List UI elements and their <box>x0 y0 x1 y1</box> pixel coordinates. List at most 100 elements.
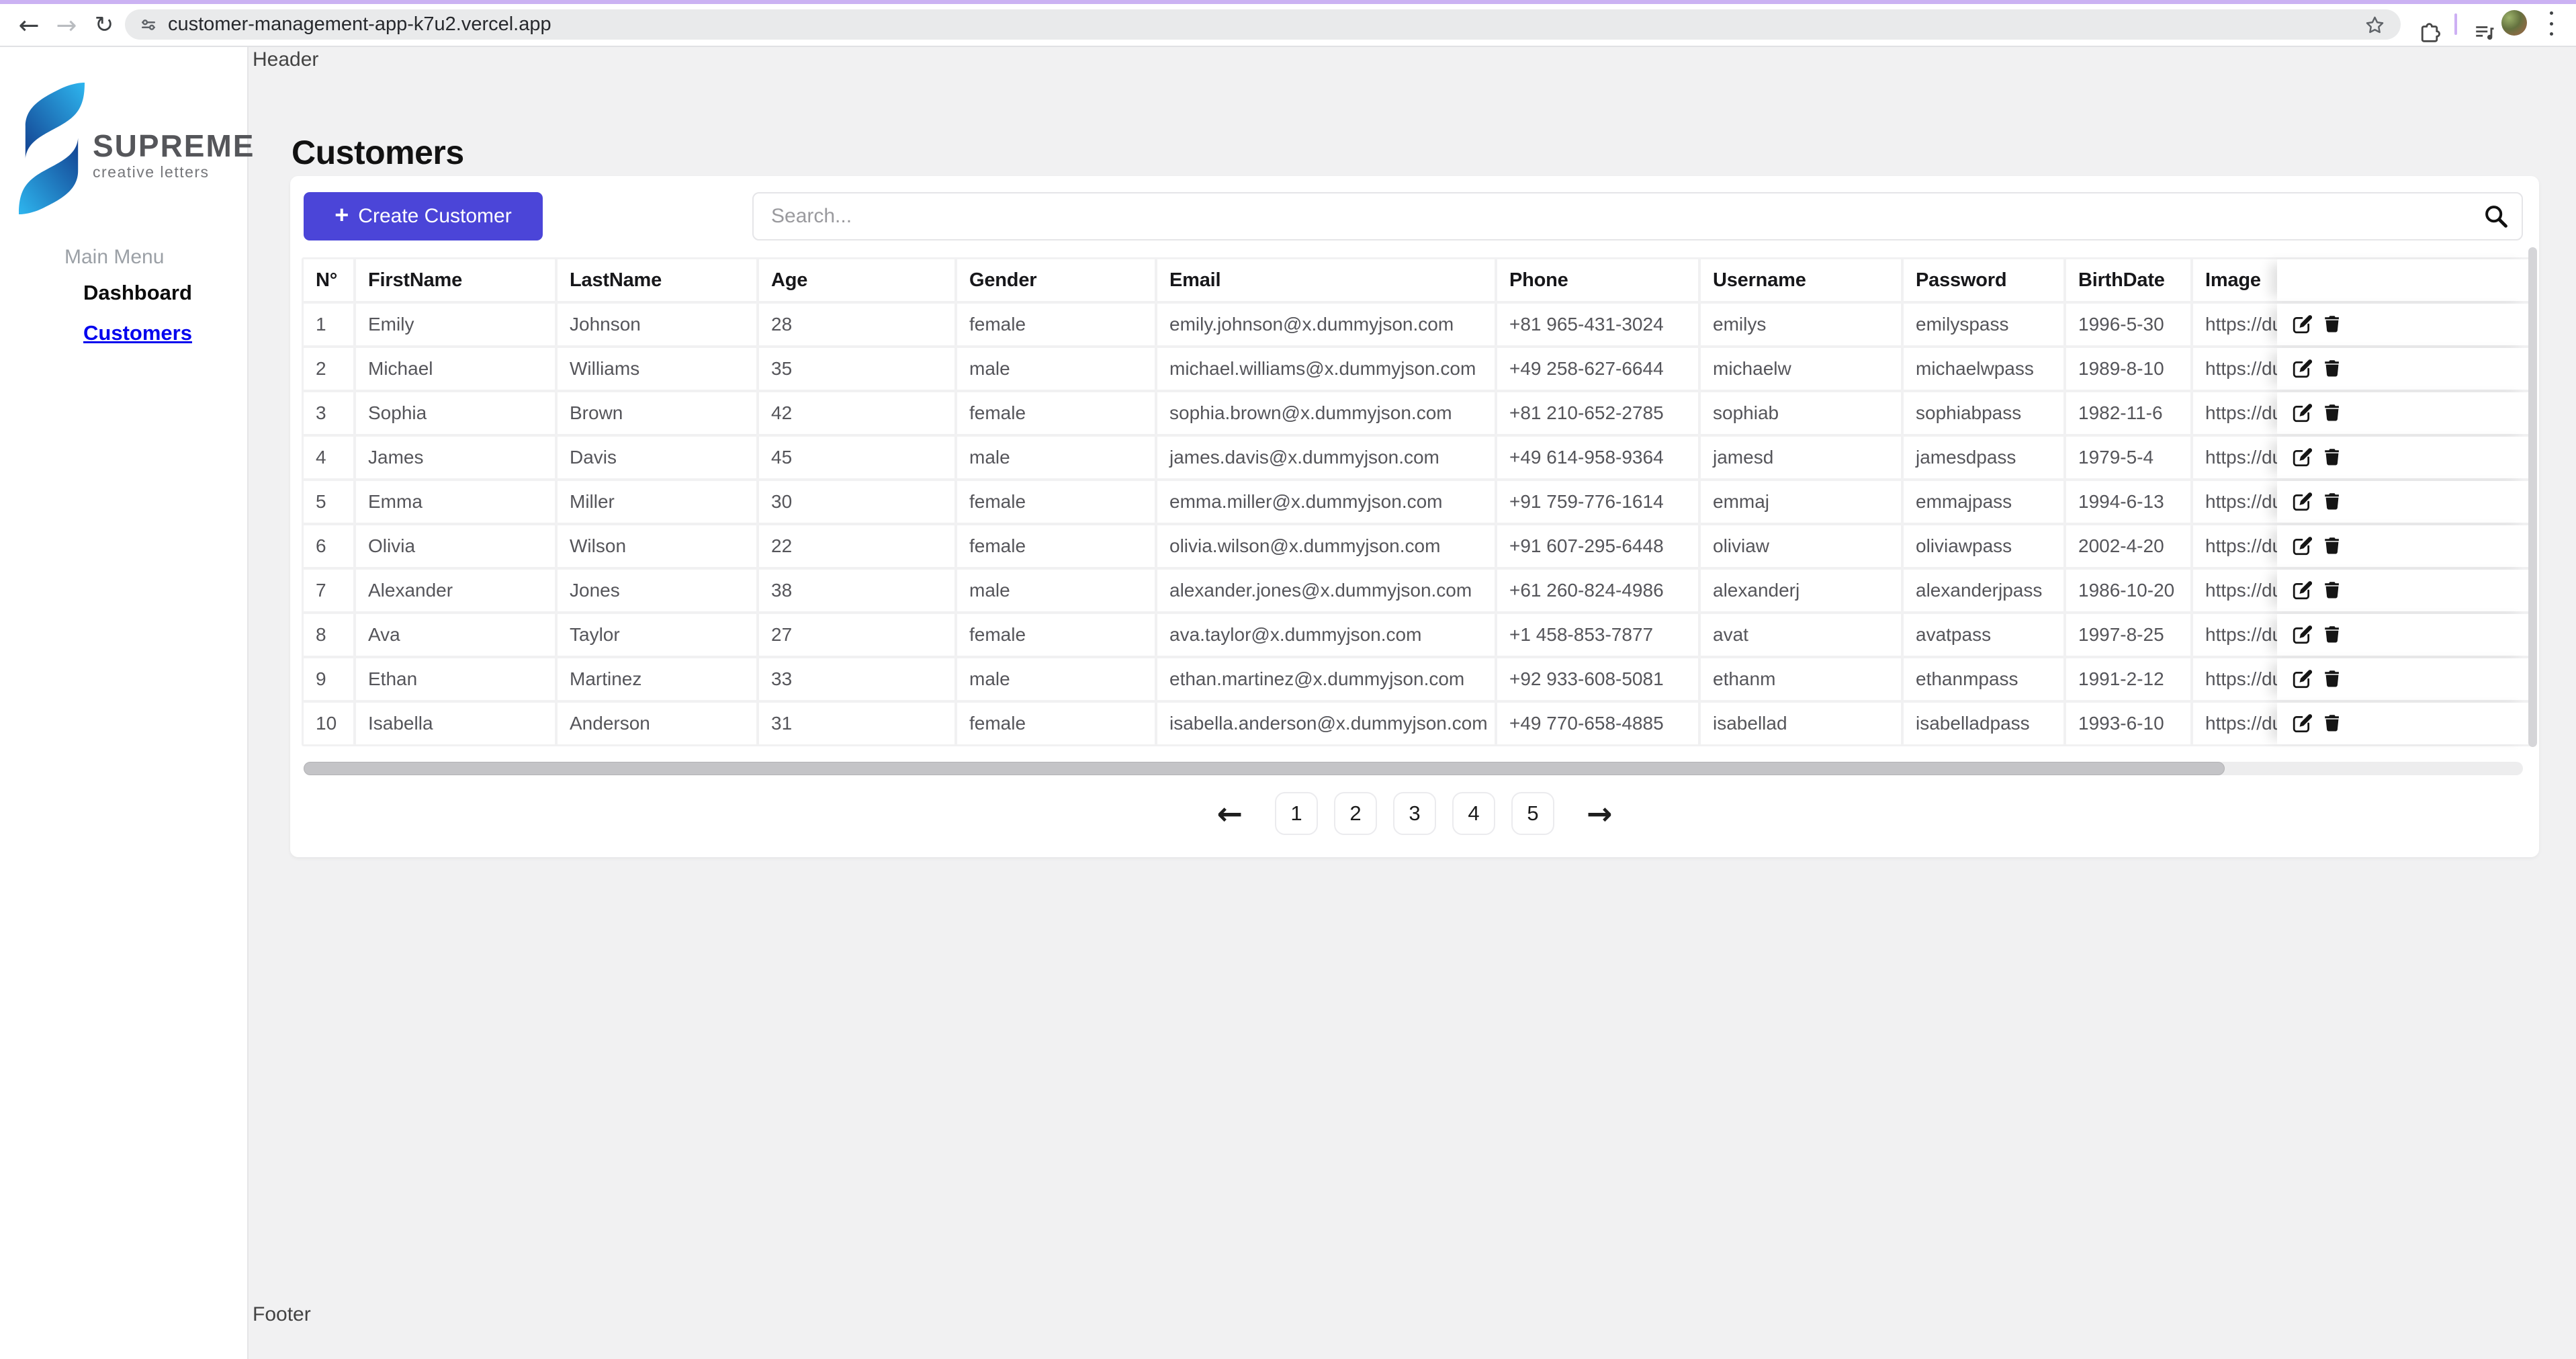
column-header: Phone <box>1497 259 1698 301</box>
edit-button[interactable] <box>2292 359 2312 379</box>
cell-age: 45 <box>759 437 954 478</box>
delete-button[interactable] <box>2323 713 2342 734</box>
cell-username: sophiab <box>1701 392 1901 434</box>
cell-username: alexanderj <box>1701 570 1901 611</box>
search-input[interactable] <box>752 192 2523 240</box>
edit-button[interactable] <box>2292 403 2312 423</box>
vertical-scrollbar-thumb[interactable] <box>2528 247 2537 747</box>
browser-forward-button[interactable]: → <box>48 5 85 44</box>
row-actions <box>2277 481 2532 523</box>
cell-age: 28 <box>759 304 954 345</box>
cell-n: 5 <box>304 481 353 523</box>
cell-password: avatpass <box>1904 614 2063 656</box>
cell-firstName: Michael <box>356 348 555 390</box>
column-header: Password <box>1904 259 2063 301</box>
actions-header-cell <box>2277 259 2532 301</box>
cell-gender: female <box>957 481 1155 523</box>
delete-button[interactable] <box>2323 403 2342 423</box>
table-row: 7AlexanderJones38malealexander.jones@x.d… <box>304 570 2529 611</box>
page-button-4[interactable]: 4 <box>1452 792 1495 835</box>
trash-icon <box>2323 625 2342 644</box>
search-bar <box>752 192 2523 240</box>
cell-email: ava.taylor@x.dummyjson.com <box>1157 614 1495 656</box>
page-button-1[interactable]: 1 <box>1275 792 1318 835</box>
create-customer-label: Create Customer <box>358 205 511 228</box>
edit-icon <box>2292 713 2312 734</box>
table-row: 9EthanMartinez33maleethan.martinez@x.dum… <box>304 658 2529 700</box>
cell-lastName: Miller <box>558 481 756 523</box>
profile-avatar[interactable] <box>2501 10 2527 36</box>
delete-button[interactable] <box>2323 359 2342 379</box>
create-customer-button[interactable]: + Create Customer <box>304 192 543 240</box>
delete-button[interactable] <box>2323 536 2342 556</box>
browser-menu-icon[interactable] <box>2548 11 2554 36</box>
edit-icon <box>2292 359 2312 379</box>
delete-button[interactable] <box>2323 447 2342 468</box>
cell-firstName: James <box>356 437 555 478</box>
sidebar-item-customers[interactable]: Customers <box>83 321 192 345</box>
cell-n: 9 <box>304 658 353 700</box>
edit-button[interactable] <box>2292 447 2312 468</box>
address-bar[interactable]: customer-management-app-k7u2.vercel.app <box>125 9 2401 40</box>
sidebar-menu: Dashboard Customers <box>83 281 192 345</box>
edit-icon <box>2292 403 2312 423</box>
cell-lastName: Williams <box>558 348 756 390</box>
delete-button[interactable] <box>2323 314 2342 335</box>
edit-button[interactable] <box>2292 580 2312 601</box>
cell-password: ethanmpass <box>1904 658 2063 700</box>
page-button-5[interactable]: 5 <box>1511 792 1554 835</box>
cell-n: 10 <box>304 703 353 744</box>
horizontal-scrollbar-track[interactable] <box>304 762 2523 775</box>
page-button-2[interactable]: 2 <box>1334 792 1377 835</box>
sidebar: SUPREME creative letters Main Menu Dashb… <box>0 46 249 1359</box>
browser-back-button[interactable]: ← <box>11 5 47 44</box>
delete-button[interactable] <box>2323 669 2342 689</box>
site-settings-icon[interactable] <box>138 15 159 35</box>
cell-email: alexander.jones@x.dummyjson.com <box>1157 570 1495 611</box>
cell-phone: +91 607-295-6448 <box>1497 525 1698 567</box>
horizontal-scrollbar-thumb[interactable] <box>304 762 2225 775</box>
media-playlist-icon[interactable] <box>2469 11 2500 56</box>
delete-button[interactable] <box>2323 492 2342 512</box>
cell-phone: +1 458-853-7877 <box>1497 614 1698 656</box>
edit-button[interactable] <box>2292 713 2312 734</box>
cell-lastName: Davis <box>558 437 756 478</box>
cell-gender: female <box>957 525 1155 567</box>
column-header: LastName <box>558 259 756 301</box>
delete-button[interactable] <box>2323 580 2342 601</box>
logo-subtitle: creative letters <box>93 163 255 181</box>
table-row: 4JamesDavis45malejames.davis@x.dummyjson… <box>304 437 2529 478</box>
cell-username: ethanm <box>1701 658 1901 700</box>
edit-button[interactable] <box>2292 536 2312 556</box>
next-page-arrow[interactable]: → <box>1583 791 1617 836</box>
cell-phone: +49 770-658-4885 <box>1497 703 1698 744</box>
cell-gender: male <box>957 658 1155 700</box>
cell-n: 3 <box>304 392 353 434</box>
edit-button[interactable] <box>2292 669 2312 689</box>
cell-lastName: Johnson <box>558 304 756 345</box>
edit-button[interactable] <box>2292 492 2312 512</box>
cell-birthDate: 1989-8-10 <box>2066 348 2190 390</box>
cell-email: ethan.martinez@x.dummyjson.com <box>1157 658 1495 700</box>
table-row: 3SophiaBrown42femalesophia.brown@x.dummy… <box>304 392 2529 434</box>
sidebar-item-dashboard[interactable]: Dashboard <box>83 281 192 305</box>
cell-phone: +91 759-776-1614 <box>1497 481 1698 523</box>
browser-refresh-button[interactable]: ↻ <box>86 5 122 44</box>
edit-button[interactable] <box>2292 625 2312 645</box>
row-actions <box>2277 392 2532 434</box>
row-actions <box>2277 348 2532 390</box>
edit-icon <box>2292 314 2312 335</box>
extensions-icon[interactable] <box>2414 11 2445 56</box>
cell-lastName: Anderson <box>558 703 756 744</box>
logo-title: SUPREME <box>93 130 255 161</box>
previous-page-arrow[interactable]: ← <box>1212 791 1247 836</box>
delete-button[interactable] <box>2323 625 2342 645</box>
bookmark-star-icon[interactable] <box>2360 13 2390 39</box>
cell-email: olivia.wilson@x.dummyjson.com <box>1157 525 1495 567</box>
cell-firstName: Ethan <box>356 658 555 700</box>
cell-password: michaelwpass <box>1904 348 2063 390</box>
page-button-3[interactable]: 3 <box>1393 792 1436 835</box>
search-icon[interactable] <box>2483 203 2510 232</box>
row-actions <box>2277 570 2532 611</box>
edit-button[interactable] <box>2292 314 2312 335</box>
